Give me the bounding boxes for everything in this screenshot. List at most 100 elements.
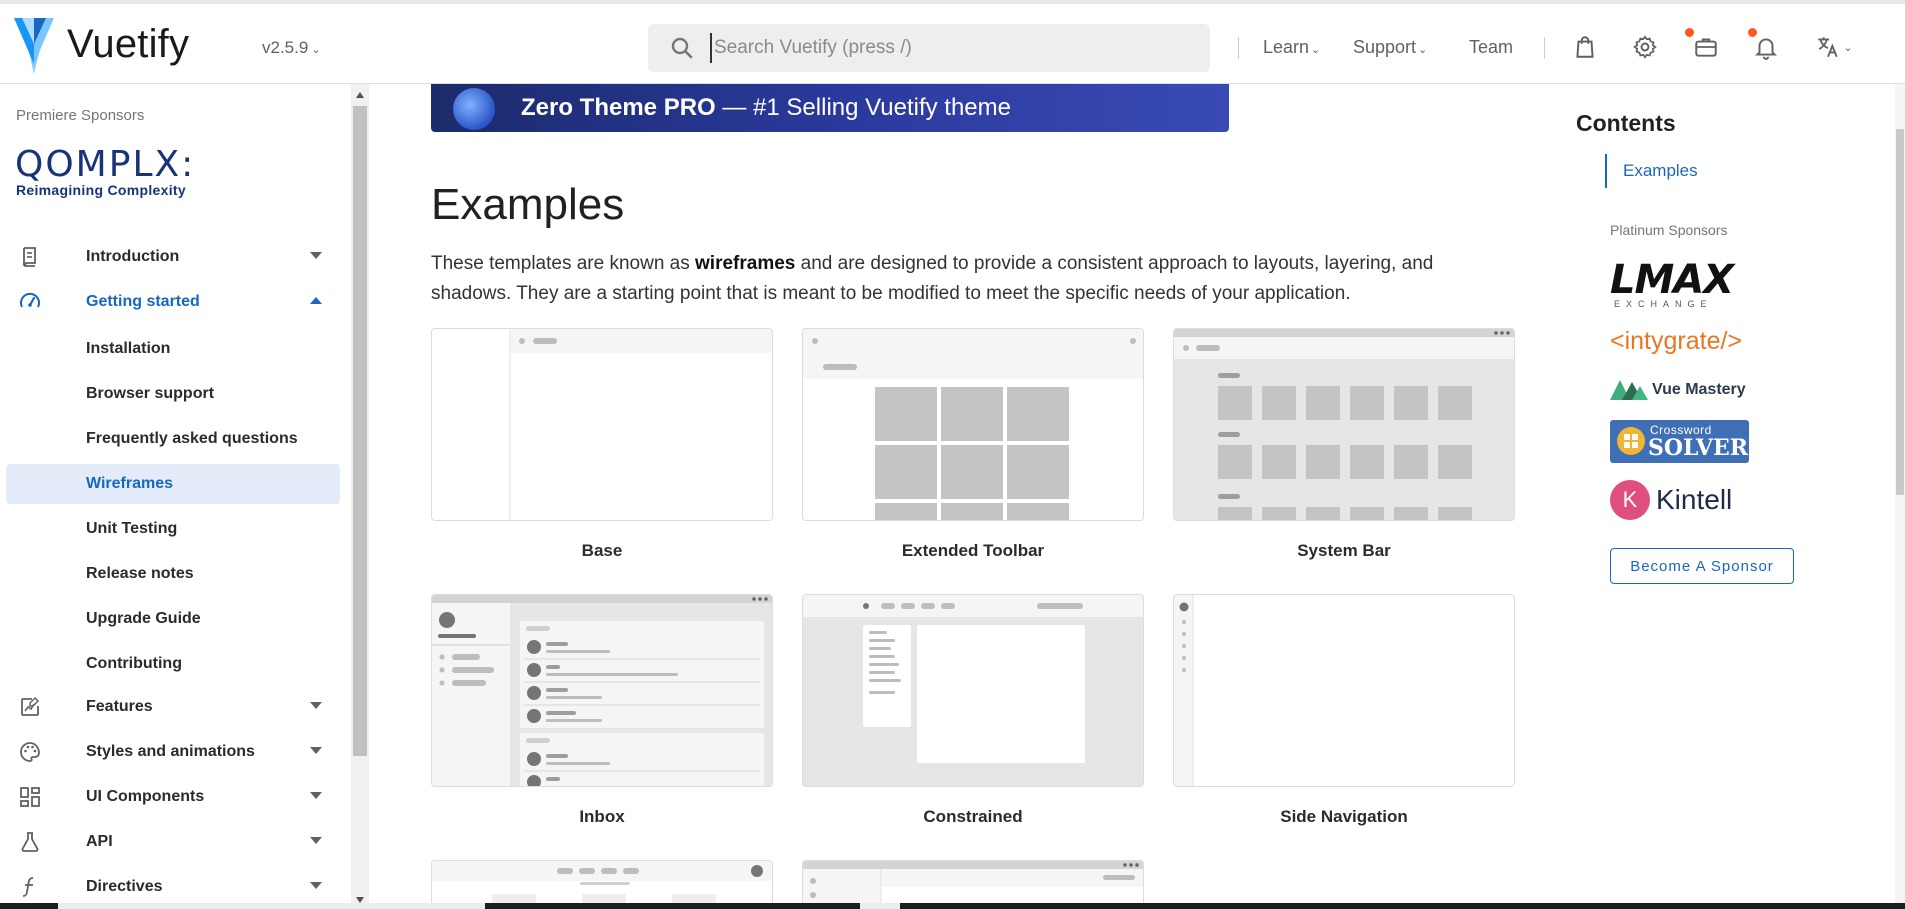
sponsor-vue-mastery[interactable]: Vue Mastery xyxy=(1610,378,1746,402)
nav-item-label: Unit Testing xyxy=(86,520,178,537)
premiere-sponsors-caption: Premiere Sponsors xyxy=(16,107,145,124)
constrained-wireframe-preview xyxy=(803,595,1143,786)
card-title-base[interactable]: Base xyxy=(431,541,773,561)
wireframe-card-inbox[interactable] xyxy=(431,594,773,787)
team-link[interactable]: Team xyxy=(1469,37,1513,58)
nav-group-label: Features xyxy=(86,698,153,715)
nav-item-label: Contributing xyxy=(86,655,182,672)
wireframe-card-system-bar[interactable] xyxy=(1173,328,1515,521)
nav-group-introduction[interactable]: Introduction xyxy=(6,237,340,277)
wireframe-card-extended-toolbar[interactable] xyxy=(802,328,1144,521)
sponsor-crossword-solver[interactable]: Crossword SOLVER xyxy=(1610,420,1749,463)
nav-group-ui-components[interactable]: UI Components xyxy=(6,777,340,817)
search-input[interactable] xyxy=(710,33,1180,63)
intro-bold: wireframes xyxy=(695,253,796,274)
sponsor-intygrate[interactable]: <intygrate/> xyxy=(1610,327,1742,356)
view-dashboard-icon xyxy=(20,787,40,807)
navigation-scrollbar[interactable] xyxy=(351,84,369,909)
nav-group-label: UI Components xyxy=(86,788,205,805)
nav-group-directives[interactable]: Directives xyxy=(6,867,340,907)
notification-dot xyxy=(1685,28,1694,37)
bell-icon xyxy=(1754,38,1778,60)
promo-banner[interactable]: Zero Theme PRO — #1 Selling Vuetify them… xyxy=(431,84,1229,132)
become-sponsor-button[interactable]: Become A Sponsor xyxy=(1610,548,1794,584)
partial-wireframe-preview xyxy=(432,861,772,909)
nav-item-faq[interactable]: Frequently asked questions xyxy=(6,419,340,459)
system-bar-wireframe-preview xyxy=(1174,329,1514,520)
bottom-taskbar-edge xyxy=(0,903,1905,909)
search-icon xyxy=(671,37,693,59)
chevron-down-icon: ⌄ xyxy=(1311,44,1321,56)
store-button[interactable] xyxy=(1568,30,1602,64)
card-title-side-navigation[interactable]: Side Navigation xyxy=(1173,807,1515,827)
toc-link-examples[interactable]: Examples xyxy=(1605,154,1698,188)
card-title-extended-toolbar[interactable]: Extended Toolbar xyxy=(802,541,1144,561)
support-menu[interactable]: Support ⌄ xyxy=(1353,37,1427,58)
shopping-bag-icon xyxy=(1576,36,1594,58)
card-title-inbox[interactable]: Inbox xyxy=(431,807,773,827)
edit-chart-icon xyxy=(21,696,40,716)
caret-up-icon xyxy=(310,297,322,304)
qomplx-logo[interactable]: QOMPLX: xyxy=(15,144,195,185)
language-menu[interactable]: ⌄ xyxy=(1810,30,1858,64)
page-scrollbar[interactable] xyxy=(1895,84,1905,909)
version-menu[interactable]: v2.5.9 ⌄ xyxy=(262,38,321,58)
wireframe-card-side-navigation[interactable] xyxy=(1173,594,1515,787)
nav-group-getting-started[interactable]: Getting started xyxy=(6,282,340,322)
brand-name[interactable]: Vuetify xyxy=(67,22,189,67)
wireframe-card-partial[interactable] xyxy=(431,860,773,909)
wireframe-card-partial[interactable] xyxy=(802,860,1144,909)
card-title-system-bar[interactable]: System Bar xyxy=(1173,541,1515,561)
jobs-button[interactable] xyxy=(1685,28,1723,64)
appbar-divider xyxy=(1238,37,1239,59)
page-scrollbar-thumb[interactable] xyxy=(1896,129,1904,495)
nav-item-installation[interactable]: Installation xyxy=(6,329,340,369)
nav-group-label: Introduction xyxy=(86,248,180,265)
nav-group-api[interactable]: API xyxy=(6,822,340,862)
inbox-wireframe-preview xyxy=(432,595,772,786)
nav-group-label: Getting started xyxy=(86,293,200,310)
nav-item-upgrade-guide[interactable]: Upgrade Guide xyxy=(6,599,340,639)
wireframe-card-constrained[interactable] xyxy=(802,594,1144,787)
taskbar-segment xyxy=(860,903,900,909)
platinum-sponsors-caption: Platinum Sponsors xyxy=(1610,222,1728,238)
side-navigation-wireframe-preview xyxy=(1174,595,1514,786)
intro-text: These templates are known as xyxy=(431,253,696,274)
vuetify-logo-icon[interactable] xyxy=(14,18,54,74)
banner-product: Zero Theme PRO xyxy=(521,94,716,121)
page-title: Examples xyxy=(431,180,625,229)
partial-wireframe-preview xyxy=(803,861,1143,909)
qomplx-tagline: Reimagining Complexity xyxy=(16,182,186,198)
caret-down-icon xyxy=(310,252,322,259)
caret-down-icon xyxy=(310,702,322,709)
version-label: v2.5.9 xyxy=(262,38,309,57)
nav-item-release-notes[interactable]: Release notes xyxy=(6,554,340,594)
sponsor-kintell[interactable]: K Kintell xyxy=(1610,480,1732,520)
wireframe-card-base[interactable] xyxy=(431,328,773,521)
scrollbar-thumb[interactable] xyxy=(353,106,367,756)
search-box[interactable] xyxy=(648,24,1210,72)
solver-label: SOLVER xyxy=(1648,435,1749,461)
chevron-down-icon: ⌄ xyxy=(1843,41,1853,54)
nav-item-contributing[interactable]: Contributing xyxy=(6,644,340,684)
nav-group-styles[interactable]: Styles and animations xyxy=(6,732,340,772)
nav-item-browser-support[interactable]: Browser support xyxy=(6,374,340,414)
nav-group-label: API xyxy=(86,833,113,850)
team-label: Team xyxy=(1469,37,1514,57)
function-icon xyxy=(22,877,34,897)
vue-mastery-wordmark: Vue Mastery xyxy=(1652,381,1746,398)
nav-item-wireframes[interactable]: Wireframes xyxy=(6,464,340,504)
card-title-constrained[interactable]: Constrained xyxy=(802,807,1144,827)
nav-item-label: Wireframes xyxy=(86,475,174,492)
settings-button[interactable] xyxy=(1628,30,1662,64)
scroll-up-arrow-icon[interactable] xyxy=(356,92,364,98)
notifications-button[interactable] xyxy=(1748,28,1783,64)
nav-item-label: Release notes xyxy=(86,565,194,582)
nav-item-unit-testing[interactable]: Unit Testing xyxy=(6,509,340,549)
nav-item-label: Upgrade Guide xyxy=(86,610,201,627)
gear-icon xyxy=(1633,35,1657,59)
nav-group-features[interactable]: Features xyxy=(6,687,340,727)
learn-menu[interactable]: Learn ⌄ xyxy=(1263,37,1320,58)
sponsor-lmax[interactable]: LMAX EXCHANGE xyxy=(1610,260,1750,310)
base-wireframe-preview xyxy=(432,329,772,520)
